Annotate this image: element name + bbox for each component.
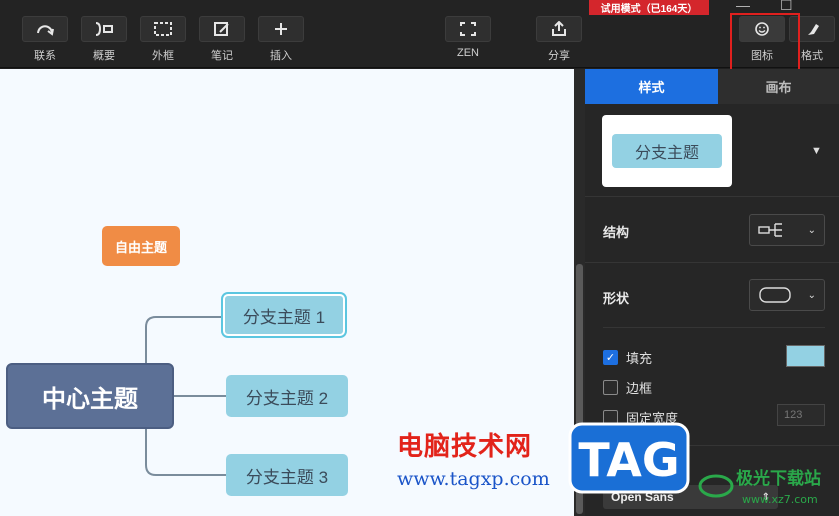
toolbar-zen-label: ZEN	[457, 47, 479, 59]
toolbar-relation-button[interactable]: 联系	[17, 16, 73, 63]
highlight-box	[730, 13, 800, 71]
border-option[interactable]: 边框	[603, 378, 652, 397]
fill-label: 填充	[626, 351, 653, 366]
toolbar-summary-label: 概要	[93, 50, 115, 62]
zen-icon	[445, 16, 491, 42]
toolbar-relation-label: 联系	[34, 50, 56, 62]
shape-label: 形状	[603, 291, 630, 306]
border-checkbox[interactable]	[603, 380, 618, 395]
toolbar-summary-button[interactable]: 概要	[76, 16, 132, 63]
toolbar-boundary-label: 外框	[152, 50, 174, 62]
tab-canvas[interactable]: 画布	[718, 69, 839, 104]
minimize-button[interactable]: —	[736, 0, 750, 13]
divider	[585, 262, 839, 263]
relation-icon	[22, 16, 68, 42]
style-dropdown-arrow-icon[interactable]: ▼	[811, 145, 822, 157]
branch-topic-1[interactable]: 分支主题 1	[223, 294, 345, 336]
site2-url: www.xz7.com	[742, 493, 818, 506]
rounded-rect-shape-icon	[759, 287, 791, 303]
insert-icon	[258, 16, 304, 42]
toolbar-share-label: 分享	[548, 50, 570, 62]
watermark-site-url: www.tagxp.com	[397, 468, 550, 490]
logo-text: TAG	[578, 433, 679, 487]
toolbar-insert-label: 插入	[270, 50, 292, 62]
trial-badge: 试用模式（已164天）	[589, 0, 709, 15]
divider	[603, 327, 825, 328]
fixed-width-input[interactable]: 123	[777, 404, 825, 426]
shape-select[interactable]: ⌄	[749, 279, 825, 311]
note-icon	[199, 16, 245, 42]
structure-select[interactable]: ⌄	[749, 214, 825, 246]
toolbar-note-button[interactable]: 笔记	[194, 16, 250, 63]
style-preview-card[interactable]: 分支主题	[602, 115, 732, 187]
summary-icon	[81, 16, 127, 42]
tab-format-label: 格式	[801, 50, 823, 62]
toolbar-share-button[interactable]: 分享	[531, 16, 587, 63]
toolbar-insert-button[interactable]: 插入	[253, 16, 309, 63]
toolbar-boundary-button[interactable]: 外框	[135, 16, 191, 63]
tab-style[interactable]: 样式	[585, 69, 718, 104]
toolbar-note-label: 笔记	[211, 50, 233, 62]
structure-label: 结构	[603, 225, 630, 240]
chevron-down-icon: ⌄	[807, 224, 816, 236]
tag-logo-icon: TAG	[568, 422, 690, 494]
site2-name: 极光下载站	[736, 468, 821, 489]
share-icon	[536, 16, 582, 42]
maximize-button[interactable]: ☐	[780, 0, 793, 14]
watermark-site-name: 电脑技术网	[397, 432, 533, 462]
aurora-site-logo-icon: 极光下载站 www.xz7.com	[698, 468, 821, 506]
boundary-icon	[140, 16, 186, 42]
free-topic[interactable]: 自由主题	[102, 226, 180, 266]
toolbar: — ☐ 联系 概要 外框 笔记 插入 ZEN 分享 试用模式（已164天） 图标…	[0, 0, 839, 71]
toolbar-zen-button[interactable]: ZEN	[440, 16, 496, 59]
fill-checkbox[interactable]: ✓	[603, 350, 618, 365]
fill-option[interactable]: ✓ 填充	[603, 348, 652, 367]
branch-topic-3[interactable]: 分支主题 3	[226, 454, 348, 496]
structure-icon	[758, 223, 782, 237]
fill-color-swatch[interactable]	[786, 345, 825, 367]
branch-topic-2[interactable]: 分支主题 2	[226, 375, 348, 417]
divider	[585, 196, 839, 197]
chevron-down-icon: ⌄	[807, 289, 816, 301]
border-label: 边框	[626, 381, 653, 396]
central-topic[interactable]: 中心主题	[6, 363, 174, 429]
style-preview-node: 分支主题	[612, 134, 722, 168]
